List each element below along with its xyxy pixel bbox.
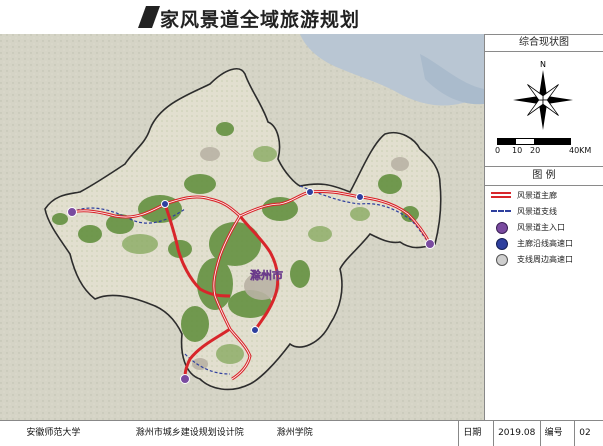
- scale-bar: 0 10 20 40KM: [485, 138, 603, 162]
- org-chuzhou-planning: 滁州市城乡建设规划设计院: [135, 428, 244, 438]
- legend-item-branch-highway-exit: 支线周边高速口: [489, 252, 601, 266]
- scale-tick-0: 0: [495, 146, 501, 155]
- red-double-line-icon: [489, 189, 513, 201]
- title-bar: 家风景道全域旅游规划: [0, 0, 603, 35]
- legend-label: 风景道支线: [517, 206, 557, 216]
- purple-circle-icon: [489, 221, 513, 234]
- scale-bar-graphic: [497, 138, 571, 145]
- legend-item-main-route: 风景道主廊: [489, 188, 601, 202]
- blue-circle-icon: [489, 237, 513, 250]
- org-anhui-normal: 安徽师范大学: [26, 428, 81, 438]
- legend-item-main-entrance: 风景道主入口: [489, 220, 601, 234]
- map-canvas[interactable]: 滁州市: [0, 34, 485, 420]
- overview-title: 综合现状图: [485, 34, 603, 52]
- legend-label: 主廊沿线高速口: [517, 238, 573, 248]
- map-svg: 滁州市: [0, 34, 484, 420]
- legend-label: 支线周边高速口: [517, 254, 573, 264]
- gray-circle-icon: [489, 253, 513, 266]
- legend-panel: 综合现状图 N 0 10 20 40KM 图 例 风景道主廊 风景道支线 风景道…: [485, 34, 603, 420]
- north-arrow-icon: N: [513, 60, 573, 130]
- number-value: 02: [574, 421, 603, 446]
- scale-tick-20: 20: [530, 146, 541, 155]
- page-title: 家风景道全域旅游规划: [160, 9, 361, 31]
- north-label: N: [540, 60, 546, 69]
- blue-dashed-line-icon: [489, 205, 513, 217]
- scale-tick-10: 10: [512, 146, 523, 155]
- date-value: 2019.08: [493, 421, 540, 446]
- date-label: 日期: [458, 421, 493, 446]
- legend-label: 风景道主廊: [517, 190, 557, 200]
- legend-title: 图 例: [485, 166, 603, 186]
- scale-tick-40km: 40KM: [569, 146, 592, 155]
- legend-item-main-highway-exit: 主廊沿线高速口: [489, 236, 601, 250]
- legend-label: 风景道主入口: [517, 222, 565, 232]
- org-chuzhou-university: 滁州学院: [276, 428, 313, 438]
- number-label: 编号: [539, 421, 575, 446]
- title-flag-icon: [137, 6, 161, 28]
- footer-bar: 安徽师范大学 滁州市城乡建设规划设计院 滁州学院 日期 2019.08 编号 0…: [0, 420, 603, 446]
- city-label: 滁州市: [250, 268, 283, 282]
- legend-item-branch-route: 风景道支线: [489, 204, 601, 218]
